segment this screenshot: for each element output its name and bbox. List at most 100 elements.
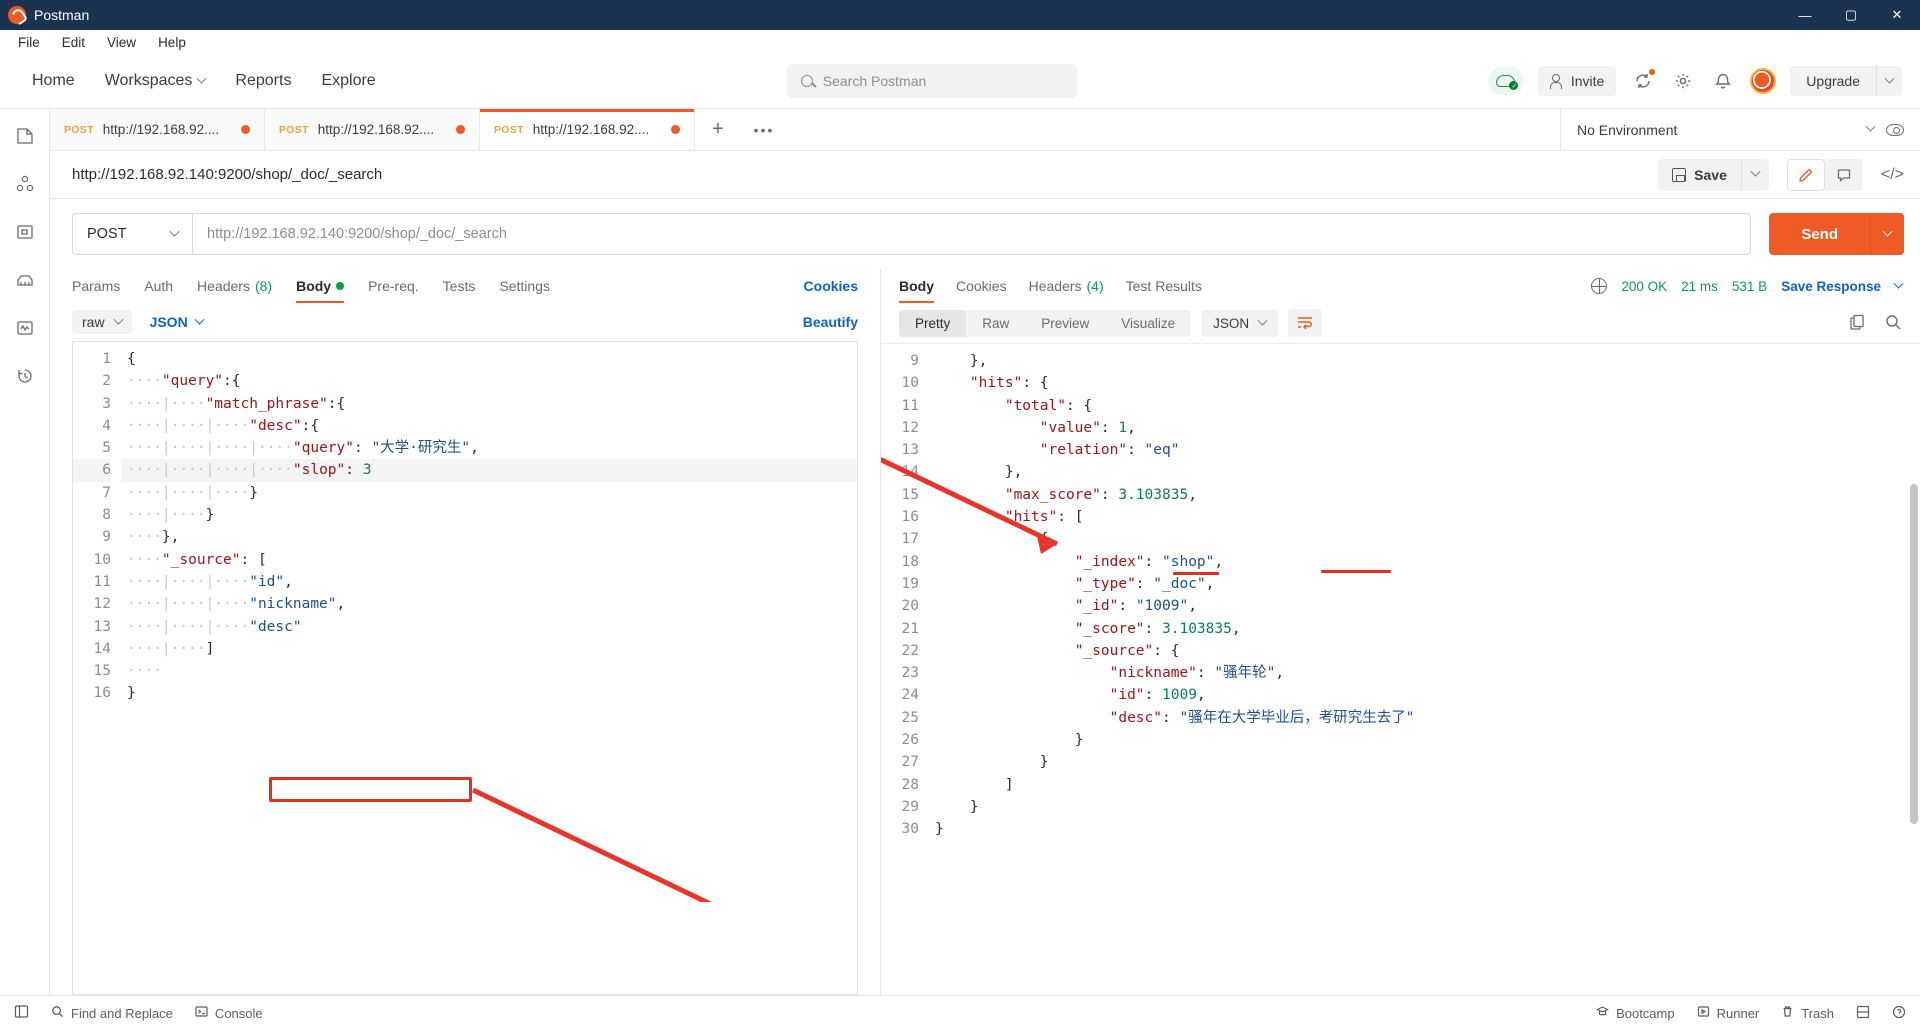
- nav-explore[interactable]: Explore: [321, 72, 375, 90]
- code-line[interactable]: "_type": "_doc",: [929, 573, 1920, 595]
- two-pane-layout-icon[interactable]: [1856, 1005, 1870, 1022]
- code-line[interactable]: "value": 1,: [929, 417, 1920, 439]
- method-selector[interactable]: POST: [72, 213, 192, 255]
- response-body-editor[interactable]: 9 10 11 12 13 14 15 16 17 18 19 20 21 22 23 24 25 26 27 28 2…: [881, 343, 1920, 995]
- body-mode-selector[interactable]: raw: [72, 310, 132, 334]
- nav-reports[interactable]: Reports: [235, 72, 291, 90]
- environment-quick-look-icon[interactable]: [1886, 123, 1904, 136]
- code-line[interactable]: }: [929, 729, 1920, 751]
- collections-icon[interactable]: [14, 125, 36, 147]
- unsaved-dot-icon[interactable]: [456, 125, 465, 134]
- request-code-lines[interactable]: {····"query":{····|····"match_phrase":{·…: [121, 348, 857, 705]
- tab-params[interactable]: Params: [72, 269, 120, 303]
- search-input[interactable]: Search Postman: [786, 64, 1077, 98]
- code-line[interactable]: {: [121, 348, 857, 370]
- code-line[interactable]: "id": 1009,: [929, 684, 1920, 706]
- code-snippet-icon[interactable]: </>: [1881, 166, 1904, 184]
- format-pretty-button[interactable]: Pretty: [899, 309, 967, 337]
- monitors-icon[interactable]: [14, 317, 36, 339]
- edit-mode-button[interactable]: [1786, 158, 1825, 191]
- unsaved-dot-icon[interactable]: [671, 125, 680, 134]
- code-line[interactable]: ····|····|····}: [121, 482, 857, 504]
- send-options-button[interactable]: [1870, 213, 1904, 255]
- format-preview-button[interactable]: Preview: [1025, 310, 1105, 337]
- runner-button[interactable]: Runner: [1697, 1005, 1759, 1021]
- sync-refresh-button[interactable]: [1630, 68, 1656, 94]
- tab-prerequest[interactable]: Pre-req.: [368, 269, 419, 303]
- notifications-button[interactable]: [1710, 68, 1736, 94]
- format-visualize-button[interactable]: Visualize: [1105, 310, 1191, 337]
- code-line[interactable]: ]: [929, 774, 1920, 796]
- code-line[interactable]: ····|····|····"desc":{: [121, 415, 857, 437]
- network-globe-icon[interactable]: [1590, 277, 1608, 294]
- request-body-editor[interactable]: 1 2 3 4 5 6 7 8 9 10 11 12 13 14 15 16 {····"query":{··…: [72, 341, 858, 995]
- code-line[interactable]: }: [929, 751, 1920, 773]
- code-line[interactable]: },: [929, 350, 1920, 372]
- tab-headers[interactable]: Headers (8): [197, 269, 272, 303]
- code-line[interactable]: ····|····]: [121, 638, 857, 660]
- code-line[interactable]: ····"_source": [: [121, 549, 857, 571]
- apis-icon[interactable]: [14, 173, 36, 195]
- mock-servers-icon[interactable]: [14, 269, 36, 291]
- code-line[interactable]: "hits": [: [929, 506, 1920, 528]
- code-line[interactable]: "hits": {: [929, 372, 1920, 394]
- response-language-selector[interactable]: JSON: [1201, 309, 1279, 337]
- response-tab-headers[interactable]: Headers (4): [1029, 269, 1104, 303]
- code-line[interactable]: "_score": 3.103835,: [929, 618, 1920, 640]
- wrap-lines-button[interactable]: [1288, 309, 1323, 337]
- help-icon[interactable]: [1892, 1005, 1906, 1022]
- avatar[interactable]: [1750, 68, 1777, 94]
- code-line[interactable]: ····|····|····|····"slop": 3: [121, 459, 857, 482]
- copy-icon[interactable]: [1848, 313, 1866, 334]
- code-line[interactable]: ····|····|····|····"query": "大学·研究生",: [121, 437, 857, 459]
- tab-auth[interactable]: Auth: [144, 269, 173, 303]
- code-line[interactable]: ····: [121, 660, 857, 682]
- code-line[interactable]: },: [929, 461, 1920, 483]
- tab-tests[interactable]: Tests: [443, 269, 476, 303]
- code-line[interactable]: }: [929, 818, 1920, 840]
- code-line[interactable]: ····|····|····"desc": [121, 616, 857, 638]
- tab-options-button[interactable]: •••: [741, 109, 787, 150]
- code-line[interactable]: ····"query":{: [121, 370, 857, 392]
- maximize-button[interactable]: ▢: [1828, 0, 1874, 30]
- code-line[interactable]: "desc": "骚年在大学毕业后，考研究生去了": [929, 707, 1920, 729]
- code-line[interactable]: ····|····"match_phrase":{: [121, 393, 857, 415]
- beautify-button[interactable]: Beautify: [803, 314, 858, 330]
- send-button[interactable]: Send: [1769, 213, 1870, 255]
- invite-button[interactable]: Invite: [1537, 66, 1617, 96]
- sidebar-toggle-icon[interactable]: [14, 1004, 29, 1022]
- find-and-replace-button[interactable]: Find and Replace: [51, 1005, 173, 1021]
- code-line[interactable]: ····|····|····"id",: [121, 571, 857, 593]
- save-button[interactable]: Save: [1658, 158, 1741, 191]
- upgrade-button[interactable]: Upgrade: [1790, 66, 1876, 96]
- code-line[interactable]: ····|····}: [121, 504, 857, 526]
- format-raw-button[interactable]: Raw: [966, 310, 1025, 337]
- code-line[interactable]: "max_score": 3.103835,: [929, 484, 1920, 506]
- request-tab-2[interactable]: POST http://192.168.92....: [265, 109, 480, 150]
- response-code-lines[interactable]: }, "hits": { "total": { "value": 1, "rel…: [929, 350, 1920, 841]
- body-format-selector[interactable]: JSON: [150, 314, 205, 330]
- history-icon[interactable]: [14, 365, 36, 387]
- menu-help[interactable]: Help: [150, 33, 194, 52]
- menu-view[interactable]: View: [99, 33, 144, 52]
- code-line[interactable]: }: [121, 682, 857, 704]
- code-line[interactable]: "relation": "eq": [929, 439, 1920, 461]
- request-tab-1[interactable]: POST http://192.168.92....: [50, 109, 265, 150]
- comment-button[interactable]: [1824, 158, 1863, 191]
- code-line[interactable]: "nickname": "骚年轮",: [929, 662, 1920, 684]
- menu-edit[interactable]: Edit: [54, 33, 93, 52]
- bootcamp-button[interactable]: Bootcamp: [1596, 1005, 1675, 1021]
- menu-file[interactable]: File: [10, 33, 48, 52]
- environment-selector[interactable]: No Environment: [1577, 122, 1876, 138]
- code-line[interactable]: ····|····|····"nickname",: [121, 593, 857, 615]
- request-tab-3[interactable]: POST http://192.168.92....: [480, 109, 695, 150]
- cookies-link[interactable]: Cookies: [804, 278, 858, 294]
- environments-icon[interactable]: [14, 221, 36, 243]
- code-line[interactable]: {: [929, 528, 1920, 550]
- code-line[interactable]: "_id": "1009",: [929, 595, 1920, 617]
- response-tab-test-results[interactable]: Test Results: [1126, 269, 1202, 303]
- response-tab-body[interactable]: Body: [899, 269, 934, 303]
- code-line[interactable]: "total": {: [929, 395, 1920, 417]
- nav-workspaces[interactable]: Workspaces: [105, 72, 207, 90]
- save-options-button[interactable]: [1740, 158, 1769, 191]
